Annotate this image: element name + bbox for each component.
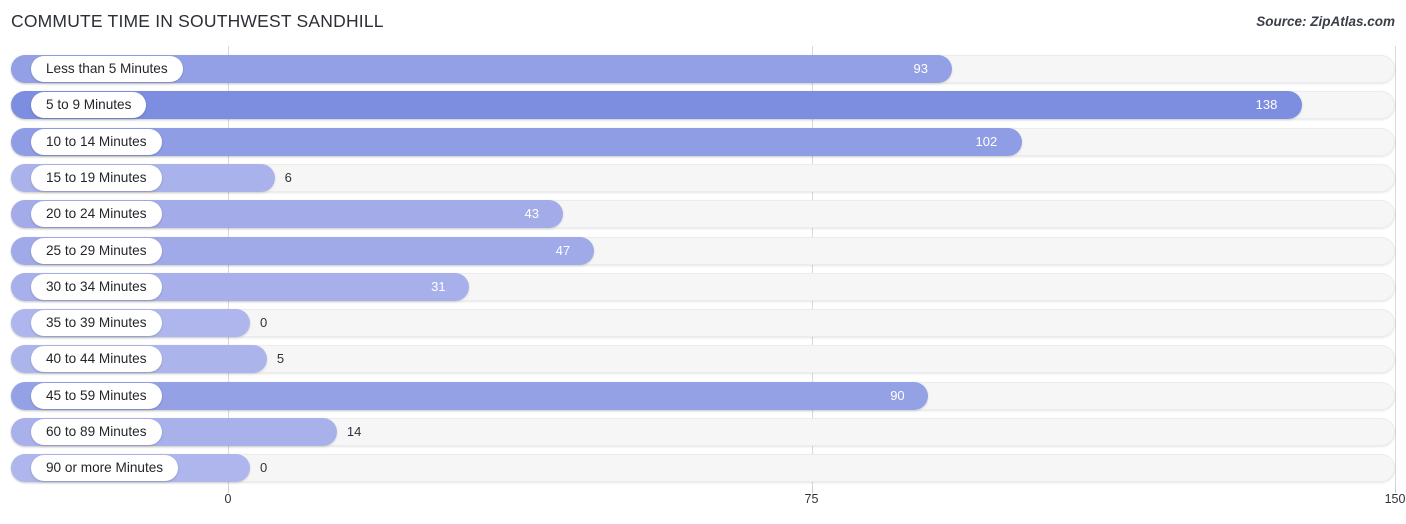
bar-row[interactable]: 43 20 to 24 Minutes [11, 200, 1395, 229]
chart-header: COMMUTE TIME IN SOUTHWEST SANDHILL Sourc… [0, 0, 1406, 46]
plot-area: 93 Less than 5 Minutes 138 5 to 9 Minutes 10… [0, 46, 1406, 486]
bar-value-label: 90 [890, 387, 905, 403]
category-label: 25 to 29 Minutes [31, 237, 162, 264]
x-axis: 0 75 150 [0, 486, 1406, 524]
source-attribution: Source: ZipAtlas.com [1256, 14, 1395, 29]
bar-value-label: 93 [913, 61, 928, 76]
bar-fill[interactable] [11, 127, 1022, 156]
category-label: 90 or more Minutes [31, 455, 179, 482]
bar-row[interactable]: 138 5 to 9 Minutes [11, 91, 1395, 120]
bar-value-label: 6 [284, 169, 292, 185]
bar-row[interactable]: 5 40 to 44 Minutes [11, 345, 1395, 374]
category-label: 10 to 14 Minutes [31, 128, 162, 155]
bar-value-label: 14 [346, 424, 362, 439]
category-label: 30 to 34 Minutes [31, 273, 162, 300]
bar-row[interactable]: 93 Less than 5 Minutes [11, 55, 1395, 83]
axis-tick-label: 75 [804, 492, 819, 506]
bar-row[interactable]: 0 35 to 39 Minutes [11, 309, 1395, 338]
bar-row[interactable]: 102 10 to 14 Minutes [11, 127, 1395, 156]
category-label: 35 to 39 Minutes [31, 310, 162, 337]
page-title: COMMUTE TIME IN SOUTHWEST SANDHILL [11, 11, 384, 31]
bar-rows: 93 Less than 5 Minutes 138 5 to 9 Minutes 10… [0, 46, 1406, 486]
bar-value-label: 102 [975, 133, 998, 149]
category-label: 5 to 9 Minutes [31, 92, 147, 119]
category-label: 40 to 44 Minutes [31, 346, 162, 373]
bar-value-label: 5 [276, 351, 285, 367]
category-label: 60 to 89 Minutes [31, 419, 162, 445]
bar-value-label: 31 [431, 278, 446, 294]
bar-row[interactable]: 90 45 to 59 Minutes [11, 381, 1395, 410]
bar-row[interactable]: 0 90 or more Minutes [11, 454, 1395, 483]
bar-row[interactable]: 31 30 to 34 Minutes [11, 272, 1395, 301]
category-label: Less than 5 Minutes [31, 56, 183, 82]
bar-value-label: 138 [1255, 97, 1278, 113]
bar-value-label: 47 [555, 242, 571, 258]
bar-row[interactable]: 47 25 to 29 Minutes [11, 236, 1395, 265]
bar-value-label: 43 [524, 206, 539, 222]
category-label: 45 to 59 Minutes [31, 382, 162, 409]
bar-fill[interactable] [11, 91, 1302, 120]
category-label: 15 to 19 Minutes [31, 164, 162, 191]
bar-value-label: 0 [260, 460, 268, 476]
category-label: 20 to 24 Minutes [31, 201, 162, 228]
bar-row[interactable]: 14 60 to 89 Minutes [11, 418, 1395, 446]
bar-value-label: 0 [260, 315, 268, 331]
bar-row[interactable]: 6 15 to 19 Minutes [11, 163, 1395, 192]
axis-tick-label: 0 [224, 492, 232, 506]
axis-tick-label: 150 [1384, 492, 1406, 506]
